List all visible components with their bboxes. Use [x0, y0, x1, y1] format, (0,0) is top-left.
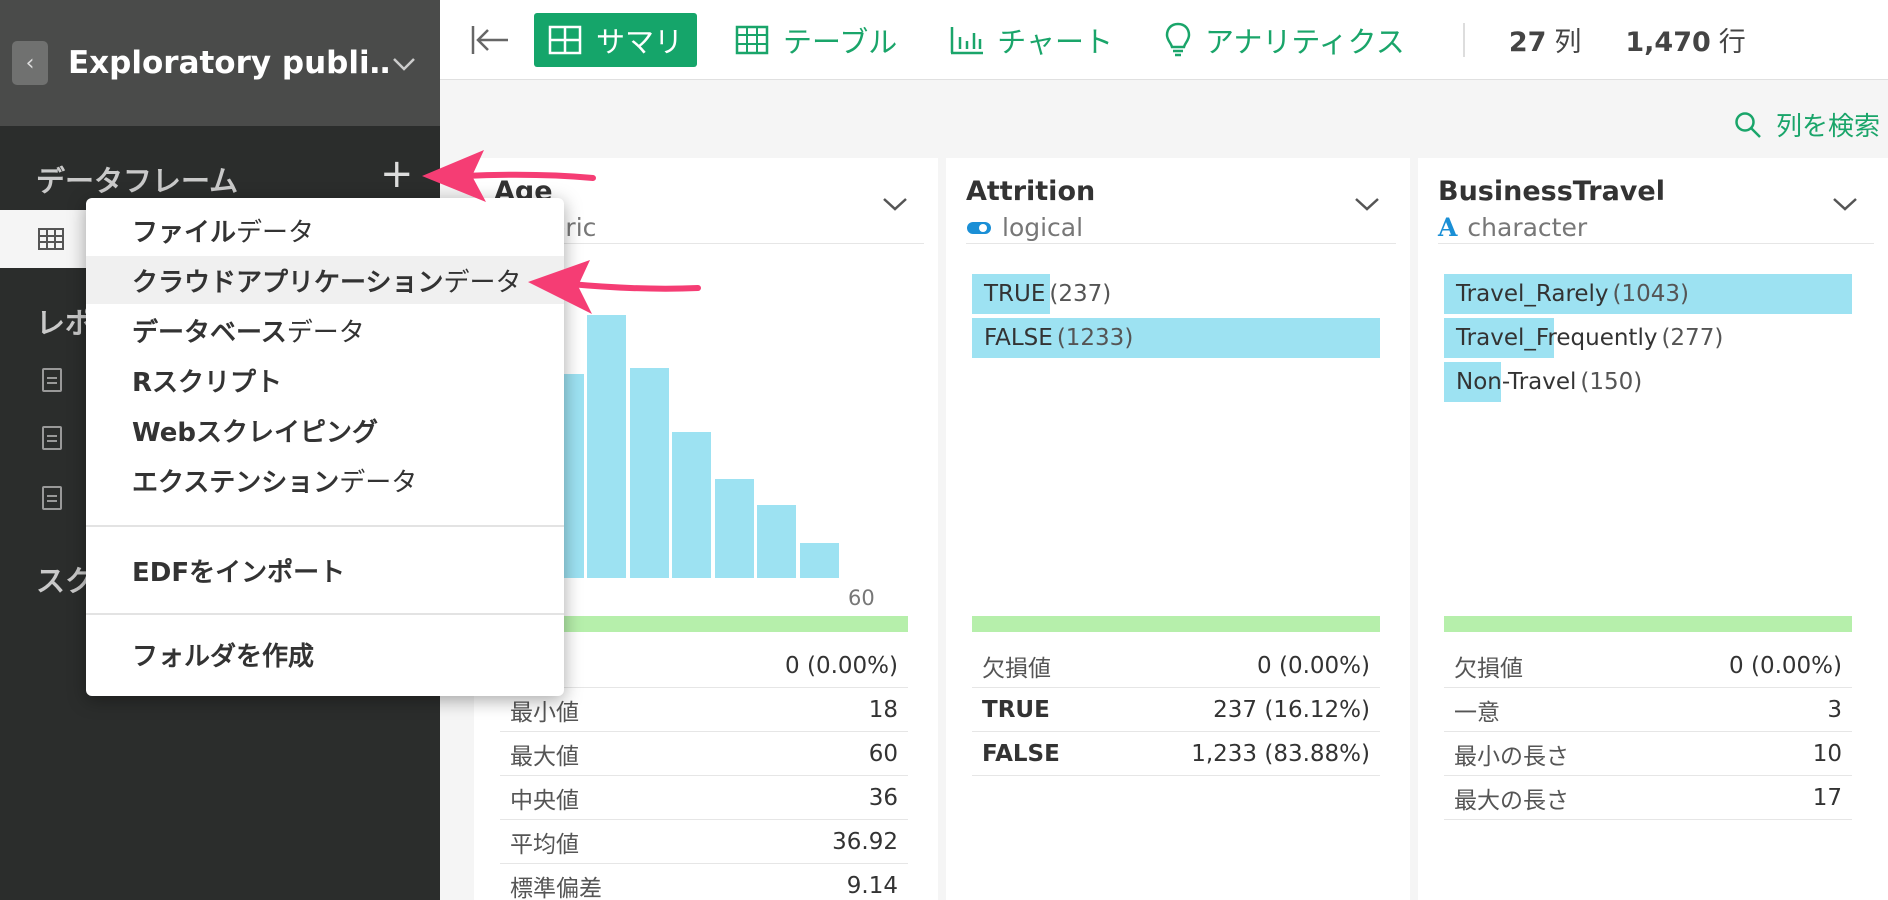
- stat-row: 標準偏差 9.14: [500, 864, 908, 900]
- column-header: BusinessTravel A character: [1438, 176, 1874, 244]
- character-type-icon: A: [1438, 213, 1458, 242]
- value-bar[interactable]: Travel_Frequently (277): [1444, 318, 1852, 358]
- collapse-sidebar-icon[interactable]: [470, 22, 510, 58]
- value-bar[interactable]: FALSE (1233): [972, 318, 1380, 358]
- back-button[interactable]: ‹: [12, 41, 48, 85]
- stat-row: 欠損値 0 (0.00%): [1444, 644, 1852, 688]
- document-icon[interactable]: [42, 368, 62, 392]
- menu-item-r-script[interactable]: Rスクリプト: [86, 356, 564, 404]
- histogram-bar[interactable]: [672, 432, 711, 578]
- column-name[interactable]: Attrition: [966, 176, 1396, 207]
- column-count: 27 列: [1508, 27, 1582, 58]
- stat-row: 最大の長さ 17: [1444, 776, 1852, 820]
- project-title[interactable]: Exploratory publi…: [68, 45, 390, 81]
- histogram-bar[interactable]: [757, 505, 796, 578]
- column-name[interactable]: BusinessTravel: [1438, 176, 1874, 207]
- missing-values-bar: [972, 616, 1380, 632]
- dataframes-heading: データフレーム: [36, 164, 239, 198]
- document-icon[interactable]: [42, 486, 62, 510]
- grid-icon: [548, 25, 582, 54]
- chevron-down-icon[interactable]: [1354, 196, 1380, 212]
- column-card-businesstravel: BusinessTravel A character Travel_Rarely…: [1418, 158, 1888, 900]
- menu-item-create-folder[interactable]: フォルダを作成: [86, 630, 564, 678]
- add-data-menu: ファイル データ クラウドアプリケーション データ データベース データ Rスクリプト…: [86, 198, 564, 696]
- column-search-link[interactable]: 列を検索: [1734, 106, 1880, 143]
- tab-label: サマリ: [596, 24, 684, 59]
- search-label: 列を検索: [1775, 112, 1880, 142]
- stats-table: 欠損値 0 (0.00%) TRUE 237 (16.12%) FALSE 1,233…: [972, 644, 1380, 776]
- column-type: A character: [1438, 213, 1588, 242]
- column-type: logical: [966, 213, 1396, 242]
- column-header: Attrition logical: [966, 176, 1396, 244]
- value-bar[interactable]: Travel_Rarely (1043): [1444, 274, 1852, 314]
- histogram-bar[interactable]: [714, 478, 754, 578]
- stat-row: 一意 3: [1444, 688, 1852, 732]
- tab-analytics[interactable]: アナリティクス: [1151, 13, 1419, 67]
- value-bar[interactable]: Non-Travel (150): [1444, 362, 1852, 402]
- histogram-bar[interactable]: [587, 315, 626, 578]
- add-dataframe-button[interactable]: +: [380, 154, 414, 194]
- missing-values-bar: [1444, 616, 1852, 632]
- document-icon[interactable]: [42, 426, 62, 450]
- search-icon: [1735, 111, 1761, 138]
- menu-item-database-data[interactable]: データベース データ: [86, 306, 564, 354]
- menu-item-file-data[interactable]: ファイル データ: [86, 206, 564, 254]
- menu-item-extension-data[interactable]: エクステンション データ: [86, 456, 564, 504]
- toolbar-divider: [1462, 22, 1465, 57]
- toolbar: サマリ テーブル チャート アナリティクス 27 列 1,470 行: [440, 0, 1888, 80]
- tab-label: チャート: [997, 24, 1113, 59]
- histogram-bar[interactable]: [629, 367, 669, 578]
- row-count: 1,470 行: [1625, 27, 1746, 58]
- tab-label: アナリティクス: [1205, 24, 1405, 59]
- menu-divider: [86, 613, 564, 615]
- chevron-down-icon[interactable]: [390, 49, 418, 77]
- toggle-icon: [967, 221, 991, 234]
- stat-row: 平均値 36.92: [500, 820, 908, 864]
- table-icon: [38, 228, 64, 250]
- tab-summary[interactable]: サマリ: [534, 12, 698, 67]
- annotation-arrow: [422, 150, 596, 202]
- stat-row: 最大値 60: [500, 732, 908, 776]
- chevron-left-icon: ‹: [25, 50, 35, 76]
- lightbulb-icon: [1165, 22, 1191, 56]
- stat-row: 欠損値 0 (0.00%): [972, 644, 1380, 688]
- stats-table: 欠損値 0 (0.00%) 一意 3 最小の長さ 10 最大の長さ 17: [1444, 644, 1852, 820]
- menu-item-cloud-app-data[interactable]: クラウドアプリケーション データ: [86, 256, 564, 304]
- stat-row: 中央値 36: [500, 776, 908, 820]
- menu-item-import-edf[interactable]: EDFをインポート: [86, 546, 564, 594]
- histogram-bar[interactable]: [799, 542, 839, 578]
- chevron-down-icon[interactable]: [1832, 196, 1858, 212]
- tab-table[interactable]: テーブル: [721, 13, 911, 67]
- tab-chart[interactable]: チャート: [935, 13, 1127, 67]
- axis-tick-label: 60: [848, 586, 875, 610]
- table-icon: [735, 25, 769, 54]
- stat-row: TRUE 237 (16.12%): [972, 688, 1380, 732]
- column-card-attrition: Attrition logical TRUE (237) FALSE (1233) …: [946, 158, 1410, 900]
- stat-row: FALSE 1,233 (83.88%): [972, 732, 1380, 776]
- annotation-arrow: [528, 260, 701, 314]
- chevron-down-icon[interactable]: [882, 196, 908, 212]
- value-bar[interactable]: TRUE (237): [972, 274, 1380, 314]
- menu-divider: [86, 525, 564, 527]
- bar-chart-icon: [951, 26, 984, 54]
- project-header: ‹ Exploratory publi…: [0, 0, 440, 126]
- tab-label: テーブル: [783, 24, 898, 59]
- stat-row: 最小の長さ 10: [1444, 732, 1852, 776]
- menu-item-web-scraping[interactable]: Webスクレイピング: [86, 406, 564, 454]
